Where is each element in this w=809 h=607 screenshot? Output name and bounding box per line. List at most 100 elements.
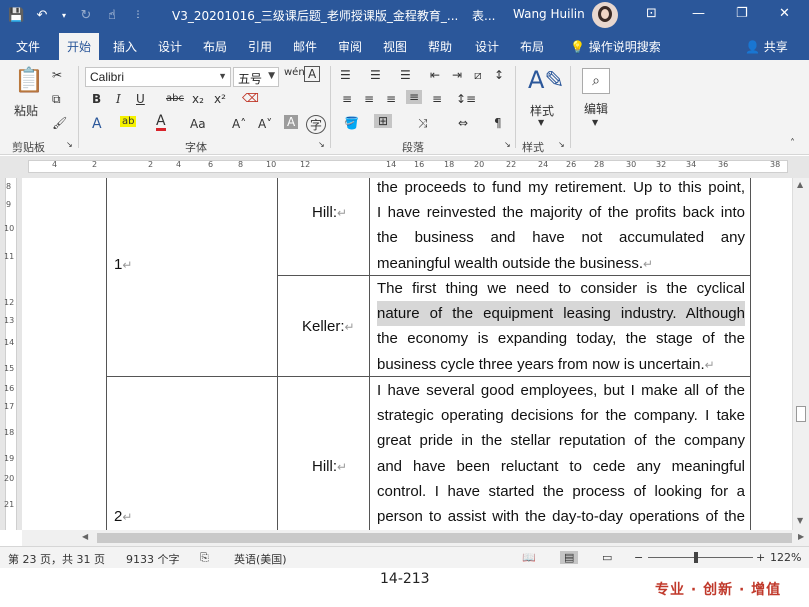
underline-icon[interactable]: U: [136, 92, 145, 106]
scroll-down-icon[interactable]: ▼: [797, 516, 803, 525]
numbering-icon[interactable]: ☰: [370, 68, 381, 82]
touch-mode-icon[interactable]: ☝: [104, 8, 120, 23]
tab-layout[interactable]: 布局: [203, 38, 227, 55]
format-painter-icon[interactable]: 🖌: [52, 116, 67, 130]
bold-icon[interactable]: B: [92, 92, 101, 106]
zoom-out-icon[interactable]: −: [634, 551, 643, 564]
scroll-thumb[interactable]: [97, 533, 792, 543]
distributed-icon[interactable]: ≡: [432, 92, 442, 106]
horizontal-scrollbar[interactable]: ◀ ▶: [22, 530, 809, 546]
avatar[interactable]: [592, 2, 618, 28]
shrink-font-icon[interactable]: A˅: [258, 117, 272, 131]
align-right-icon[interactable]: ≡: [386, 92, 396, 106]
search-icon[interactable]: ⌕: [582, 68, 610, 94]
show-marks-icon[interactable]: ¶: [494, 116, 502, 130]
font-size-select[interactable]: 五号 ▼: [233, 67, 279, 87]
scroll-thumb[interactable]: [796, 406, 806, 422]
tab-mailings[interactable]: 邮件: [293, 38, 317, 55]
undo-icon[interactable]: ↶: [34, 8, 50, 23]
text-direction-icon[interactable]: ⤨: [418, 116, 428, 131]
document-page[interactable]: 1↵ Hill:↵ the proceeds to fund my retire…: [22, 178, 792, 530]
vertical-scrollbar[interactable]: ▲ ▼: [792, 178, 809, 530]
ribbon-display-options-icon[interactable]: ⊡: [646, 6, 657, 21]
multilevel-list-icon[interactable]: ☰: [400, 68, 411, 82]
styles-label[interactable]: 样式: [530, 102, 554, 119]
font-launcher-icon[interactable]: ↘: [318, 140, 325, 149]
text-effects-icon[interactable]: A: [92, 116, 102, 132]
zoom-in-icon[interactable]: +: [756, 551, 765, 564]
print-layout-icon[interactable]: ▤: [560, 551, 579, 564]
decrease-indent-icon[interactable]: ⇤: [430, 68, 440, 82]
clear-formatting-icon[interactable]: ⌫: [242, 91, 259, 105]
collapse-ribbon-icon[interactable]: ˄: [790, 138, 795, 149]
tab-file[interactable]: 文件: [16, 38, 40, 55]
enclose-characters-icon[interactable]: 字: [306, 115, 327, 134]
undo-dropdown-icon[interactable]: ▾: [60, 11, 68, 20]
paste-label[interactable]: 粘贴: [14, 102, 38, 119]
align-left-icon[interactable]: ≡: [342, 92, 352, 106]
language[interactable]: 英语(美国): [234, 551, 287, 567]
chinese-layout-icon[interactable]: ⧄: [474, 68, 482, 83]
bullets-icon[interactable]: ☰: [340, 68, 351, 82]
superscript-icon[interactable]: x²: [214, 92, 226, 106]
redo-icon[interactable]: ↻: [78, 8, 94, 23]
sort-icon[interactable]: ↕: [494, 68, 504, 82]
strikethrough-icon[interactable]: abc: [166, 93, 184, 104]
asian-typography-icon[interactable]: ⇔: [458, 116, 468, 130]
web-layout-icon[interactable]: ▭: [602, 551, 612, 564]
change-case-icon[interactable]: Aa: [190, 117, 206, 131]
tab-view[interactable]: 视图: [383, 38, 407, 55]
customize-icon[interactable]: ⋮: [130, 10, 146, 20]
tab-design[interactable]: 设计: [158, 38, 182, 55]
zoom-slider-thumb[interactable]: [694, 552, 698, 563]
chevron-down-icon[interactable]: ▼: [592, 118, 598, 127]
paste-icon[interactable]: 📋: [14, 66, 44, 94]
dialogue-text[interactable]: the proceeds to fund my retirement. Up t…: [377, 178, 745, 276]
scroll-left-icon[interactable]: ◀: [82, 532, 88, 541]
tab-table-design[interactable]: 设计: [475, 38, 499, 55]
zoom-slider[interactable]: [648, 557, 753, 558]
maximize-icon[interactable]: ❐: [736, 6, 748, 21]
copy-icon[interactable]: ⧉: [52, 92, 61, 107]
editing-label[interactable]: 编辑: [584, 100, 608, 117]
tab-table-layout[interactable]: 布局: [520, 38, 544, 55]
highlight-icon[interactable]: ab: [120, 116, 137, 127]
page-count[interactable]: 第 23 页，共 31 页: [8, 551, 105, 567]
tab-home[interactable]: 开始: [59, 33, 100, 60]
character-border-icon[interactable]: A: [304, 66, 321, 82]
dialogue-text[interactable]: The first thing we need to consider is t…: [377, 276, 745, 377]
shading-icon[interactable]: 🪣: [344, 116, 359, 130]
vertical-ruler[interactable]: 8 9 10 11 12 13 14 15 16 17 18 19 20 21: [0, 178, 22, 530]
styles-icon[interactable]: A✎: [528, 66, 565, 94]
clipboard-launcher-icon[interactable]: ↘: [66, 140, 73, 149]
tab-insert[interactable]: 插入: [113, 38, 137, 55]
paragraph-launcher-icon[interactable]: ↘: [504, 140, 511, 149]
font-color-icon[interactable]: A: [156, 114, 166, 131]
minimize-icon[interactable]: —: [692, 6, 705, 21]
horizontal-ruler[interactable]: 4 2 2 4 6 8 10 12 14 16 18 20 22 24 26 2…: [0, 156, 809, 178]
italic-icon[interactable]: I: [116, 92, 121, 106]
save-icon[interactable]: 💾: [8, 8, 24, 23]
chevron-down-icon[interactable]: ▼: [538, 118, 544, 127]
character-shading-icon[interactable]: A: [284, 115, 299, 129]
scroll-up-icon[interactable]: ▲: [797, 180, 803, 189]
scroll-right-icon[interactable]: ▶: [798, 532, 804, 541]
tab-references[interactable]: 引用: [248, 38, 272, 55]
tab-review[interactable]: 审阅: [338, 38, 362, 55]
font-name-select[interactable]: Calibri ▼: [85, 67, 231, 87]
zoom-level[interactable]: 122%: [770, 551, 801, 564]
proofing-icon[interactable]: ⎘: [200, 551, 209, 565]
styles-launcher-icon[interactable]: ↘: [558, 140, 565, 149]
read-mode-icon[interactable]: 📖: [522, 551, 536, 564]
phonetic-guide-icon[interactable]: wén: [284, 67, 305, 78]
increase-indent-icon[interactable]: ⇥: [452, 68, 462, 82]
user-name[interactable]: Wang Huilin: [513, 7, 585, 21]
dialogue-text[interactable]: I have several good employees, but I mak…: [377, 378, 745, 529]
close-icon[interactable]: ✕: [779, 6, 790, 21]
grow-font-icon[interactable]: A˄: [232, 117, 246, 131]
tell-me-search[interactable]: 💡 操作说明搜索: [570, 38, 661, 55]
tab-help[interactable]: 帮助: [428, 38, 452, 55]
borders-icon[interactable]: ⊞: [374, 114, 393, 128]
word-count[interactable]: 9133 个字: [126, 551, 180, 567]
cut-icon[interactable]: ✂: [52, 68, 62, 82]
